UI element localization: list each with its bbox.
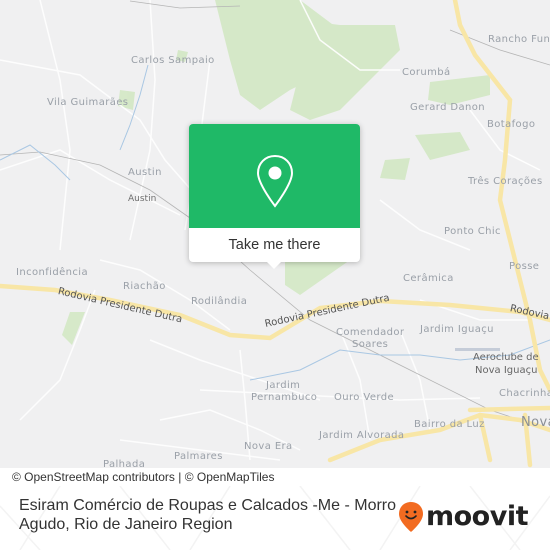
- place-label: Jardim Iguaçu: [420, 324, 494, 335]
- park-area: [415, 132, 470, 160]
- place-label: Riachão: [123, 281, 166, 292]
- map-attribution[interactable]: © OpenStreetMap contributors | © OpenMap…: [0, 468, 305, 486]
- place-label: Cerâmica: [403, 273, 454, 284]
- place-label: Inconfidência: [16, 267, 88, 278]
- moovit-wordmark: moovit: [426, 501, 529, 532]
- place-label: Comendador: [336, 327, 405, 338]
- place-label: Nova: [521, 415, 550, 430]
- place-label: Jardim Alvorada: [319, 430, 405, 441]
- take-me-there-button[interactable]: Take me there: [189, 228, 360, 262]
- poi-label: Aeroclube de: [473, 352, 539, 363]
- map-view[interactable]: Carlos Sampaio Vila Guimarães Austin Aus…: [0, 0, 550, 468]
- footer: Esiram Comércio de Roupas e Calcados -Me…: [0, 486, 550, 550]
- place-label: Palhada: [103, 459, 146, 468]
- place-label: Posse: [509, 261, 540, 272]
- airstrip: [455, 348, 500, 351]
- map-pin-icon: [256, 154, 294, 208]
- poi-label: Nova Iguaçu: [475, 365, 538, 376]
- place-label: Carlos Sampaio: [131, 55, 215, 66]
- place-label: Chacrinha: [499, 388, 550, 399]
- place-label: Ouro Verde: [334, 392, 395, 403]
- place-label: Três Corações: [468, 176, 543, 187]
- place-label: Palmares: [174, 451, 223, 462]
- park-area: [62, 312, 85, 345]
- place-label: Rancho Fundo: [488, 34, 550, 45]
- place-label: Austin: [128, 194, 157, 204]
- place-label: Corumbá: [402, 67, 451, 78]
- place-title: Esiram Comércio de Roupas e Calcados -Me…: [19, 497, 397, 533]
- place-label: Ponto Chic: [444, 226, 501, 237]
- moovit-logo[interactable]: moovit: [398, 501, 529, 533]
- popup-header: [189, 124, 360, 228]
- place-label: Gerard Danon: [410, 102, 486, 113]
- place-label: Bairro da Luz: [414, 419, 485, 430]
- place-label: Austin: [128, 167, 162, 178]
- place-label: Jardim: [266, 380, 301, 391]
- popup-tail: [267, 262, 281, 269]
- location-popup: Take me there: [189, 124, 360, 269]
- place-label: Botafogo: [487, 119, 536, 130]
- park-area: [380, 158, 410, 180]
- place-label: Rodilândia: [191, 296, 248, 307]
- place-label: Pernambuco: [251, 392, 318, 403]
- place-label: Soares: [352, 339, 389, 350]
- place-label: Vila Guimarães: [47, 97, 129, 108]
- park-area: [428, 75, 490, 105]
- road: [467, 405, 550, 413]
- moovit-pin-icon: [399, 502, 423, 532]
- place-label: Nova Era: [244, 441, 293, 452]
